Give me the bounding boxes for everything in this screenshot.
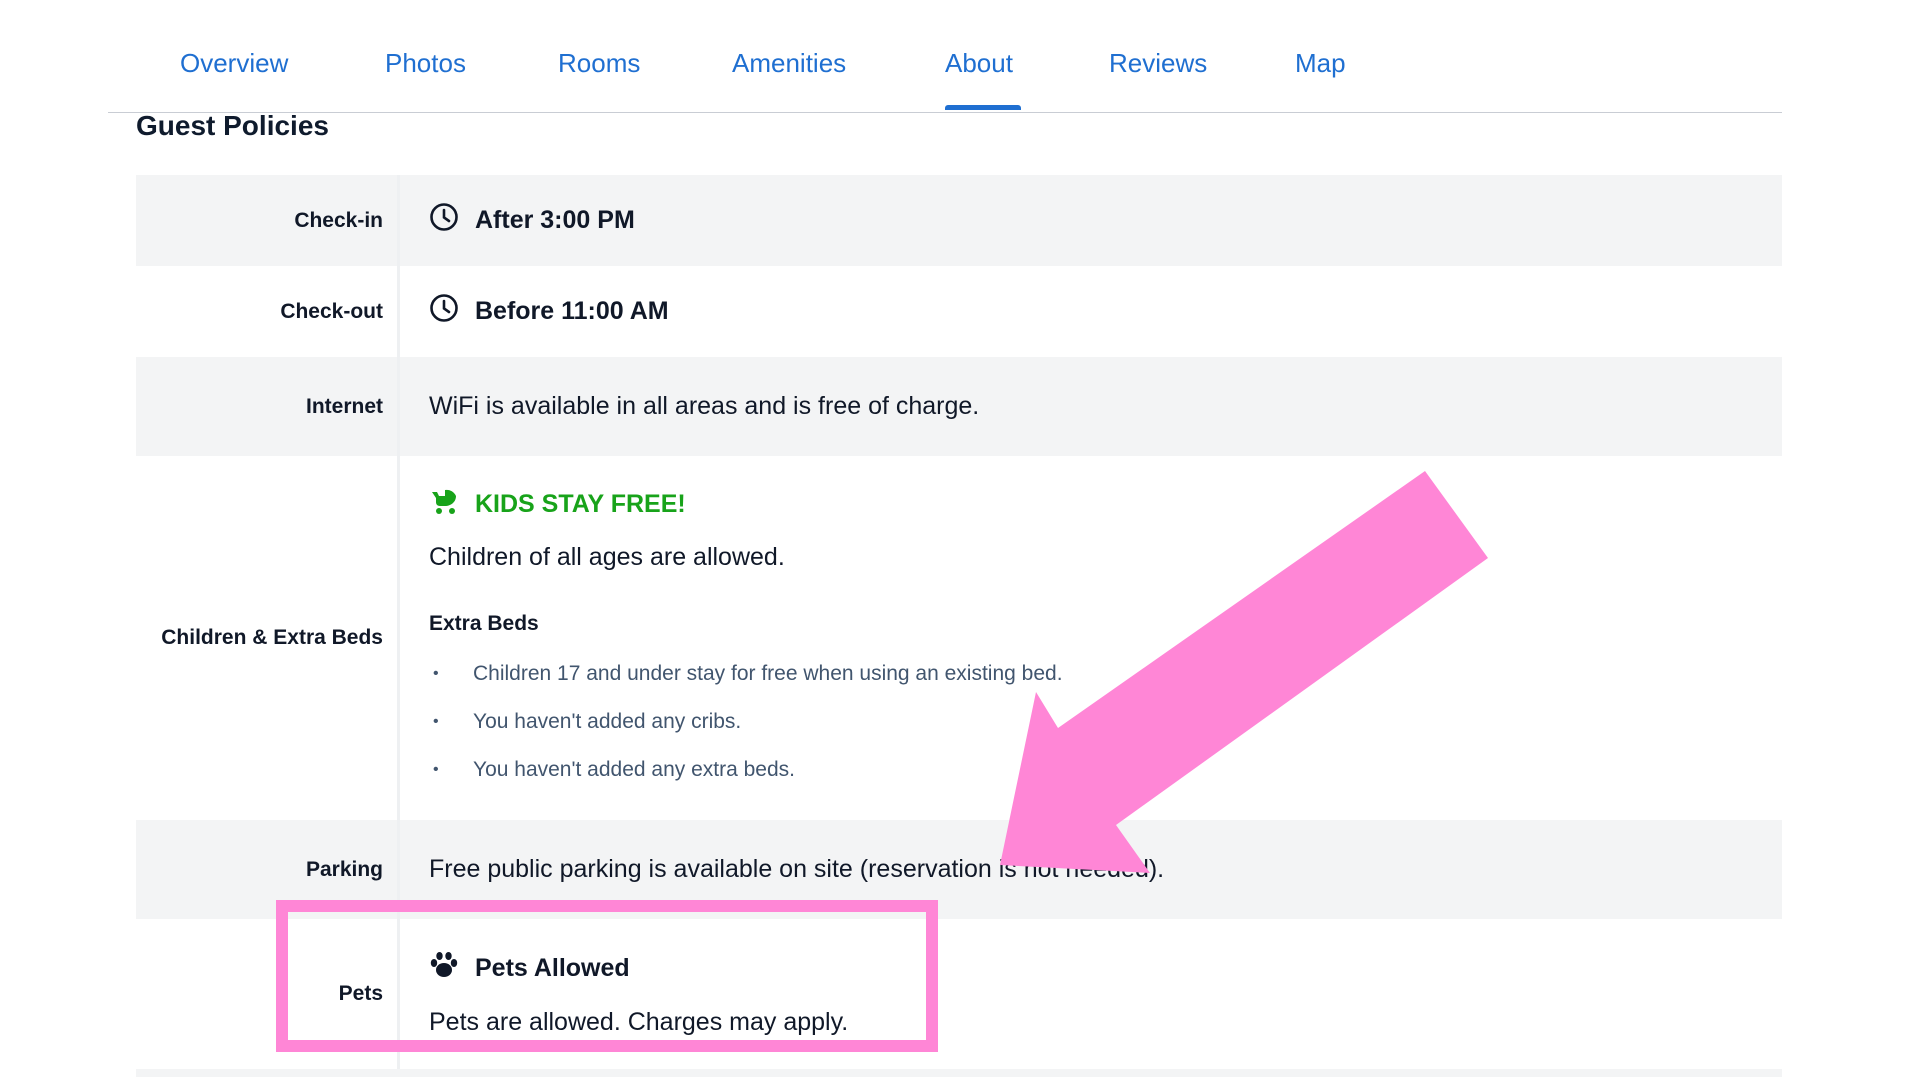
policy-row-children: Children & Extra Beds KIDS STAY FREE! Ch… <box>136 456 1782 820</box>
page-title: Guest Policies <box>136 110 329 141</box>
active-tab-indicator <box>945 105 1021 110</box>
tab-amenities[interactable]: Amenities <box>732 48 846 79</box>
tab-map[interactable]: Map <box>1295 48 1346 79</box>
policy-value-checkout: Before 11:00 AM <box>400 266 1782 357</box>
clock-icon <box>429 202 459 239</box>
policy-value-parking: Free public parking is available on site… <box>429 855 1165 883</box>
policy-label-pets: Pets <box>136 919 400 1069</box>
tab-rooms[interactable]: Rooms <box>558 48 640 79</box>
policy-label-children: Children & Extra Beds <box>136 456 400 820</box>
policies-table: Check-in After 3:00 PM Check-out Before … <box>136 175 1782 1077</box>
policy-label-checkout: Check-out <box>136 266 400 357</box>
extra-beds-list: • Children 17 and under stay for free whe… <box>429 650 1782 794</box>
checkout-time: Before 11:00 AM <box>475 297 669 325</box>
policy-row-checkin: Check-in After 3:00 PM <box>136 175 1782 266</box>
policy-label-internet: Internet <box>136 357 400 456</box>
tab-reviews[interactable]: Reviews <box>1109 48 1207 79</box>
policy-row-checkout: Check-out Before 11:00 AM <box>136 266 1782 357</box>
policy-label-checkin: Check-in <box>136 175 400 266</box>
children-allowed-text: Children of all ages are allowed. <box>429 543 785 571</box>
policy-label-parking: Parking <box>136 820 400 919</box>
stroller-icon <box>429 486 461 523</box>
tab-photos[interactable]: Photos <box>385 48 466 79</box>
policy-value-pets: Pets Allowed Pets are allowed. Charges m… <box>400 919 1782 1069</box>
list-item: • Children 17 and under stay for free whe… <box>433 662 1063 685</box>
clock-icon <box>429 293 459 330</box>
tab-bar: Overview Photos Rooms Amenities About Re… <box>108 0 1782 113</box>
paw-icon <box>429 951 459 986</box>
policy-row-pets: Pets Pets Allowed Pets are allowed. Char… <box>136 919 1782 1069</box>
extra-beds-title: Extra Beds <box>429 612 539 635</box>
pets-allowed-title: Pets Allowed <box>475 954 630 982</box>
policy-value-internet: WiFi is available in all areas and is fr… <box>429 392 980 420</box>
tab-overview[interactable]: Overview <box>180 48 288 79</box>
policy-value-checkin: After 3:00 PM <box>400 175 1782 266</box>
checkin-time: After 3:00 PM <box>475 206 635 234</box>
list-item: • You haven't added any extra beds. <box>433 758 795 781</box>
kids-stay-free-badge: KIDS STAY FREE! <box>475 490 686 518</box>
tab-about[interactable]: About <box>945 48 1013 79</box>
policy-row-internet: Internet WiFi is available in all areas … <box>136 357 1782 456</box>
table-bottom-divider <box>136 1069 1782 1077</box>
pets-policy-text: Pets are allowed. Charges may apply. <box>429 1008 849 1036</box>
policy-value-children: KIDS STAY FREE! Children of all ages are… <box>400 456 1782 820</box>
list-item: • You haven't added any cribs. <box>433 710 742 733</box>
policy-row-parking: Parking Free public parking is available… <box>136 820 1782 919</box>
